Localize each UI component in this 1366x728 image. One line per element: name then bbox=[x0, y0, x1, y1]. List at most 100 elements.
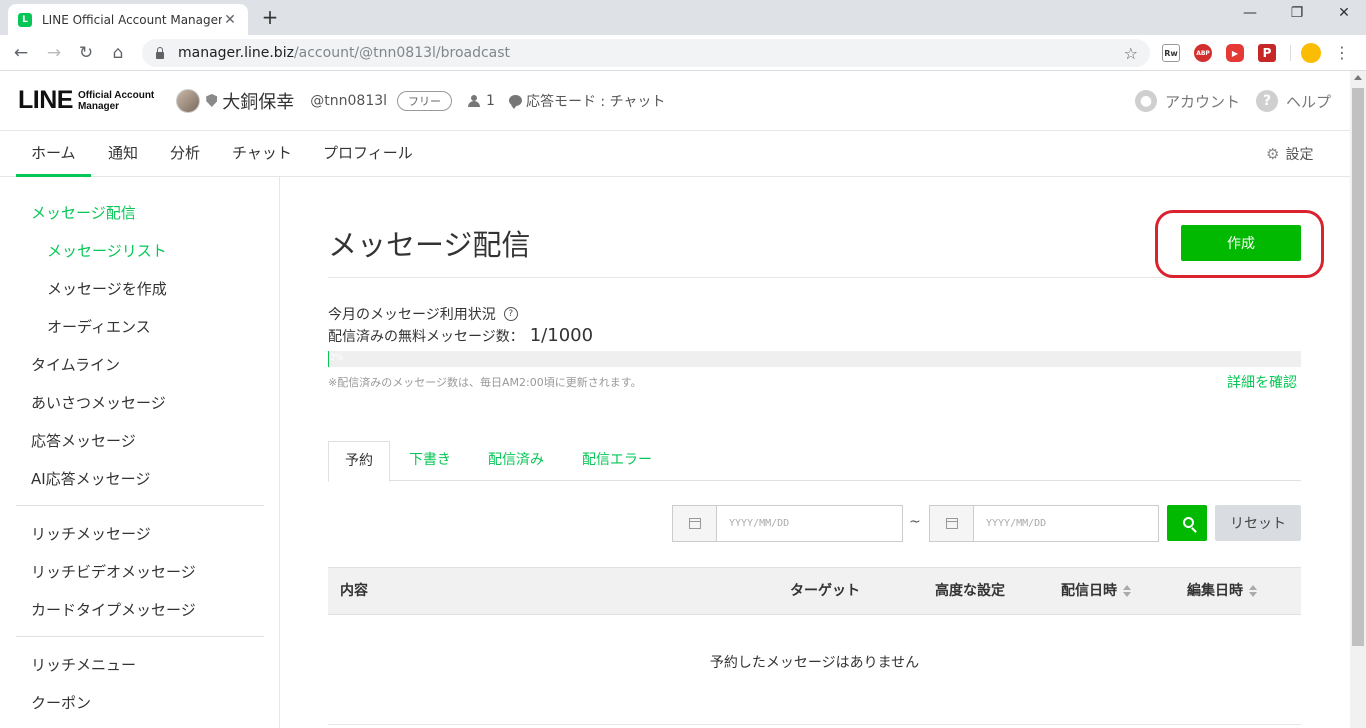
sidebar-item-message-delivery[interactable]: メッセージ配信 bbox=[31, 202, 136, 223]
sidebar-item-timeline[interactable]: タイムライン bbox=[31, 354, 120, 375]
tab-sent[interactable]: 配信済み bbox=[488, 441, 544, 481]
reset-button[interactable]: リセット bbox=[1215, 505, 1301, 541]
table-header: 内容 ターゲット 高度な設定 配信日時 編集日時 bbox=[328, 567, 1301, 615]
profile-avatar-icon[interactable] bbox=[1301, 43, 1321, 63]
forward-icon[interactable]: → bbox=[43, 42, 65, 64]
sidebar-item-rich-video[interactable]: リッチビデオメッセージ bbox=[31, 561, 196, 582]
account-menu[interactable]: ● アカウント bbox=[1135, 71, 1240, 131]
update-note: ※配信済みのメッセージ数は、毎日AM2:00頃に更新されます。 bbox=[328, 376, 642, 389]
start-date-picker[interactable] bbox=[673, 506, 717, 541]
sidebar-item-audience[interactable]: オーディエンス bbox=[47, 316, 151, 337]
page-scrollbar[interactable] bbox=[1350, 71, 1366, 728]
sidebar-divider bbox=[16, 505, 264, 506]
usage-progress-bar: 0% bbox=[328, 351, 1301, 367]
col-sent-at-sort[interactable]: 配信日時 bbox=[1061, 568, 1131, 614]
free-count-value: 1/1000 bbox=[529, 325, 594, 346]
help-icon: ? bbox=[1256, 90, 1278, 112]
tab-scheduled[interactable]: 予約 bbox=[328, 441, 390, 482]
col-target: ターゲット bbox=[790, 583, 860, 599]
tab-close-icon[interactable]: ✕ bbox=[222, 12, 238, 28]
col-content: 内容 bbox=[340, 583, 368, 599]
free-count-label: 配信済みの無料メッセージ数： bbox=[328, 329, 524, 345]
usage-progress-label: 0% bbox=[329, 353, 344, 363]
start-date-field[interactable] bbox=[672, 505, 903, 542]
browser-menu-icon[interactable]: ⋮ bbox=[1334, 42, 1350, 64]
lock-icon bbox=[154, 47, 166, 59]
end-date-field[interactable] bbox=[929, 505, 1159, 542]
logo-subtitle: Official Account Manager bbox=[78, 90, 154, 112]
help-link: ヘルプ bbox=[1286, 92, 1332, 111]
browser-tab-bar: L LINE Official Account Manager ✕ + — ❐ … bbox=[0, 0, 1366, 35]
end-date-picker[interactable] bbox=[930, 506, 974, 541]
sidebar-item-greeting[interactable]: あいさつメッセージ bbox=[31, 392, 166, 413]
extension-play-icon[interactable]: ▶ bbox=[1226, 44, 1244, 62]
start-date-input[interactable] bbox=[717, 506, 902, 541]
line-favicon-icon: L bbox=[18, 12, 32, 27]
help-menu[interactable]: ? ヘルプ bbox=[1256, 71, 1331, 131]
sidebar-item-auto-reply[interactable]: 応答メッセージ bbox=[31, 430, 136, 451]
settings-link[interactable]: ⚙ 設定 bbox=[1266, 131, 1313, 177]
scroll-thumb[interactable] bbox=[1352, 88, 1364, 646]
account-avatar[interactable] bbox=[176, 88, 201, 113]
sidebar-divider bbox=[16, 636, 264, 637]
question-circle-icon[interactable]: ? bbox=[503, 307, 518, 321]
reload-icon[interactable]: ↻ bbox=[75, 42, 97, 64]
account-link: アカウント bbox=[1165, 92, 1241, 111]
usage-label: 今月のメッセージ利用状況 bbox=[328, 307, 496, 323]
table-bottom-border bbox=[328, 724, 1301, 725]
account-name[interactable]: 大銅保幸 bbox=[222, 88, 294, 114]
sidebar-item-create-message[interactable]: メッセージを作成 bbox=[47, 278, 167, 299]
bookmark-star-icon[interactable]: ☆ bbox=[1124, 44, 1138, 63]
sidebar-item-message-list[interactable]: メッセージリスト bbox=[47, 240, 167, 261]
browser-tab[interactable]: L LINE Official Account Manager ✕ bbox=[8, 4, 248, 35]
plan-badge: フリー bbox=[397, 90, 453, 111]
minimize-icon[interactable]: — bbox=[1240, 5, 1260, 21]
scroll-up-arrow-icon[interactable] bbox=[1354, 75, 1362, 80]
shield-icon bbox=[206, 94, 218, 107]
col-edited-at: 編集日時 bbox=[1187, 583, 1243, 599]
extension-p-icon[interactable]: P bbox=[1258, 44, 1276, 62]
tab-draft[interactable]: 下書き bbox=[409, 441, 451, 481]
user-icon: ● bbox=[1135, 90, 1157, 112]
sidebar-item-card-message[interactable]: カードタイプメッセージ bbox=[31, 599, 196, 620]
toolbar-divider bbox=[1290, 45, 1291, 61]
usage-count: 配信済みの無料メッセージ数： 1/1000 bbox=[328, 325, 593, 346]
url-path: /account/@tnn0813l/broadcast bbox=[293, 45, 511, 61]
back-icon[interactable]: ← bbox=[10, 42, 32, 64]
sidebar-item-rich-message[interactable]: リッチメッセージ bbox=[31, 523, 151, 544]
chat-bubble-icon bbox=[508, 95, 522, 109]
detail-link[interactable]: 詳細を確認 bbox=[1227, 372, 1297, 392]
sidebar-item-rich-menu[interactable]: リッチメニュー bbox=[31, 654, 136, 675]
page-title: メッセージ配信 bbox=[328, 228, 531, 262]
extension-rw-icon[interactable]: Rw bbox=[1162, 44, 1180, 62]
reply-mode-status[interactable]: 応答モード : チャット bbox=[526, 91, 665, 111]
address-bar[interactable]: manager.line.biz /account/@tnn0813l/broa… bbox=[142, 39, 1150, 67]
create-button[interactable]: 作成 bbox=[1181, 225, 1301, 261]
sidebar-item-ai-reply[interactable]: AI応答メッセージ bbox=[31, 468, 150, 489]
window-close-icon[interactable]: ✕ bbox=[1334, 5, 1354, 21]
adblock-plus-icon[interactable]: ABP bbox=[1194, 44, 1212, 62]
restore-icon[interactable]: ❐ bbox=[1287, 5, 1307, 21]
end-date-input[interactable] bbox=[974, 506, 1158, 541]
nav-analytics[interactable]: 分析 bbox=[155, 131, 215, 177]
search-button[interactable] bbox=[1167, 505, 1207, 541]
col-edited-at-sort[interactable]: 編集日時 bbox=[1187, 568, 1257, 614]
nav-home[interactable]: ホーム bbox=[16, 131, 91, 177]
main-nav: ホーム 通知 分析 チャット プロフィール ⚙ 設定 bbox=[0, 131, 1350, 177]
title-divider bbox=[328, 277, 1301, 278]
home-icon[interactable]: ⌂ bbox=[107, 42, 129, 64]
col-sent-at: 配信日時 bbox=[1061, 583, 1117, 599]
sidebar-item-coupon[interactable]: クーポン bbox=[31, 692, 91, 713]
nav-notifications[interactable]: 通知 bbox=[93, 131, 153, 177]
sidebar: メッセージ配信 メッセージリスト メッセージを作成 オーディエンス タイムライン… bbox=[0, 177, 280, 728]
nav-profile[interactable]: プロフィール bbox=[308, 131, 428, 177]
col-advanced: 高度な設定 bbox=[935, 583, 1005, 599]
browser-toolbar: ← → ↻ ⌂ manager.line.biz /account/@tnn08… bbox=[0, 35, 1366, 71]
tab-error[interactable]: 配信エラー bbox=[582, 441, 652, 481]
tab-title: LINE Official Account Manager bbox=[42, 12, 222, 27]
calendar-icon bbox=[688, 518, 701, 529]
new-tab-icon[interactable]: + bbox=[260, 7, 280, 27]
line-logo[interactable]: LINE bbox=[18, 86, 73, 115]
app-header: LINE Official Account Manager 大銅保幸 @tnn0… bbox=[0, 71, 1350, 131]
nav-chat[interactable]: チャット bbox=[217, 131, 307, 177]
